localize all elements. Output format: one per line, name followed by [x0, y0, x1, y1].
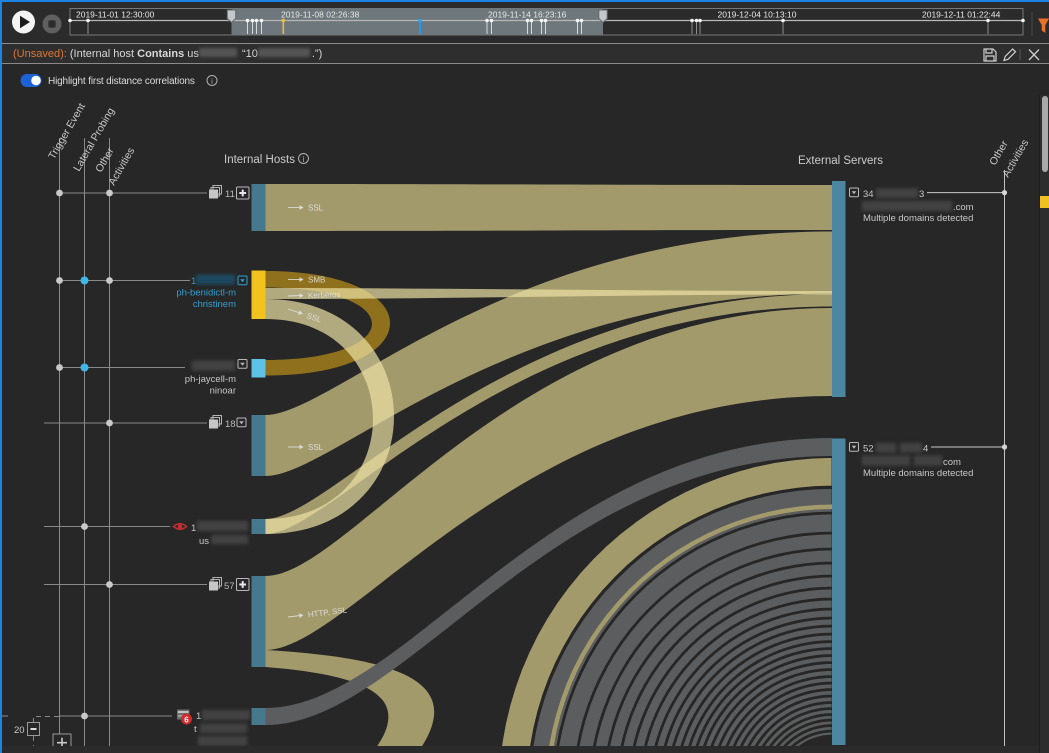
svg-text:Internal Hosts: Internal Hosts	[224, 154, 295, 166]
svg-text:External Servers: External Servers	[798, 155, 883, 167]
svg-text:1: 1	[191, 276, 196, 287]
svg-text:34: 34	[863, 189, 874, 200]
svg-text:t: t	[194, 724, 197, 735]
svg-text:i: i	[303, 155, 305, 164]
svg-text:4: 4	[923, 444, 928, 455]
svg-text:Multiple domains detected: Multiple domains detected	[863, 468, 973, 479]
svg-text:.com: .com	[953, 202, 974, 213]
svg-text:11: 11	[225, 189, 235, 200]
svg-text:ph-jaycell-m: ph-jaycell-m	[185, 374, 236, 385]
svg-text:SSL: SSL	[308, 203, 324, 212]
svg-text:20: 20	[14, 725, 25, 736]
svg-text:SMB: SMB	[308, 275, 325, 284]
svg-text:18: 18	[225, 419, 236, 430]
svg-text:us: us	[199, 536, 209, 547]
svg-text:1: 1	[196, 711, 201, 722]
svg-text:Kerberos: Kerberos	[308, 290, 341, 300]
svg-text:3: 3	[919, 189, 924, 200]
svg-text:57: 57	[224, 581, 235, 592]
svg-text:ph-benidictl-m: ph-benidictl-m	[176, 288, 236, 299]
svg-text:SSL: SSL	[308, 443, 324, 452]
svg-text:Multiple domains detected: Multiple domains detected	[863, 213, 973, 224]
svg-text:christinem: christinem	[193, 299, 236, 310]
svg-text:com: com	[943, 457, 961, 468]
svg-text:1: 1	[191, 523, 196, 534]
svg-text:ninoar: ninoar	[210, 386, 236, 397]
svg-text:6: 6	[184, 716, 189, 725]
svg-text:52: 52	[863, 444, 874, 455]
